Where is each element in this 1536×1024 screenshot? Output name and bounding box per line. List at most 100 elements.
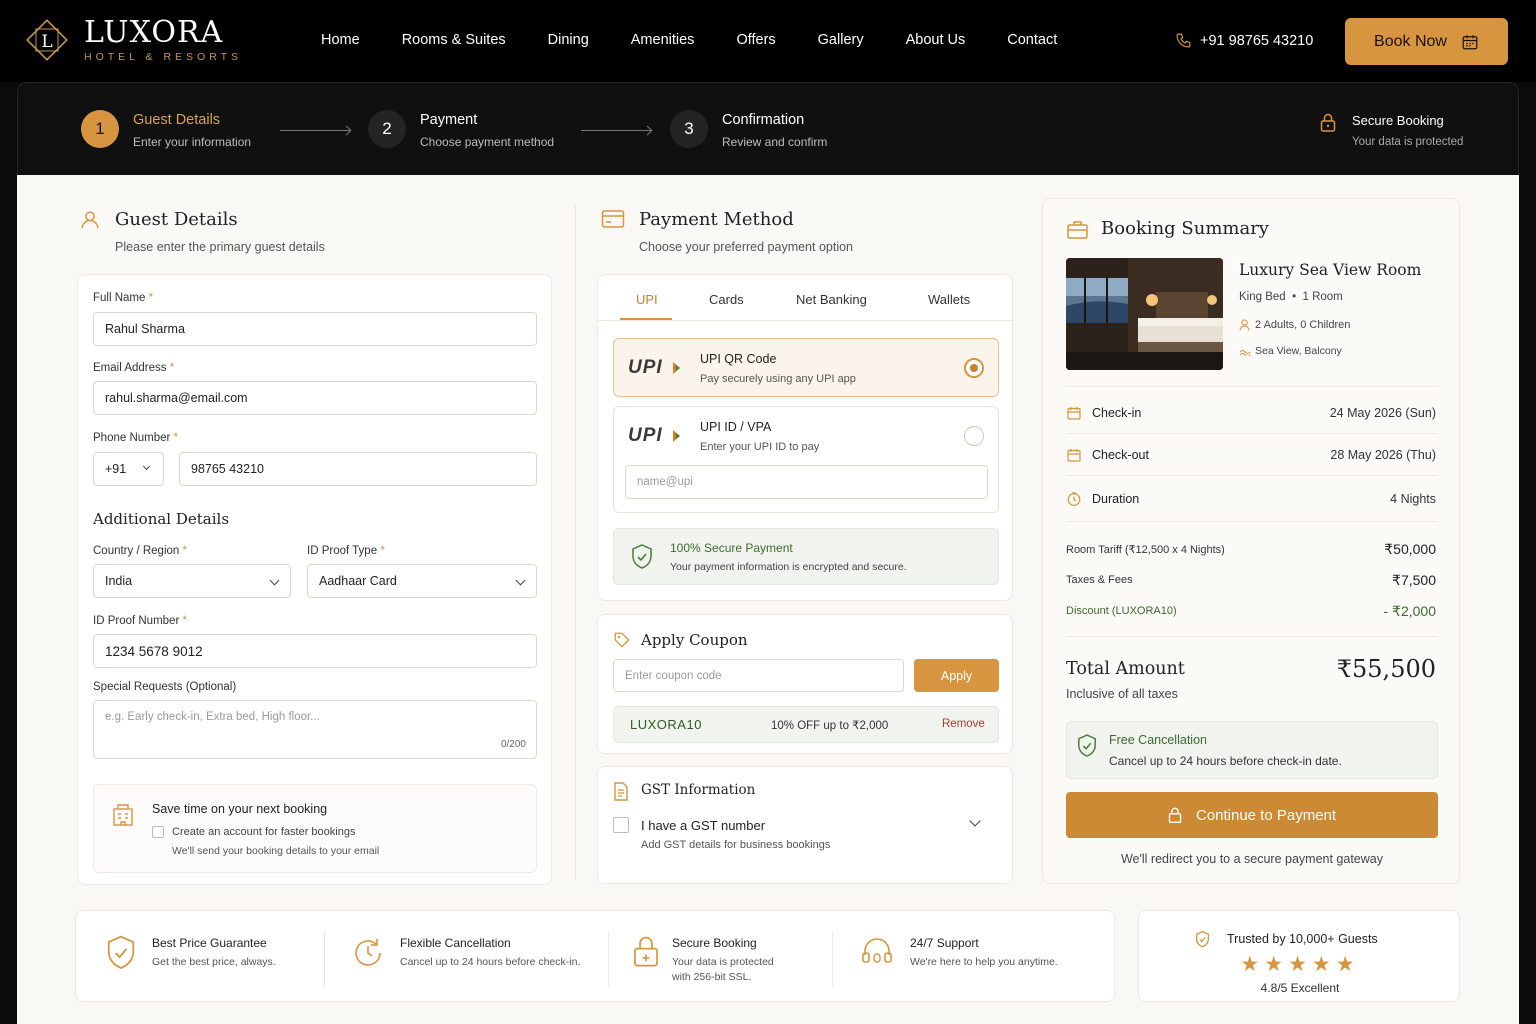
total-label: Total Amount <box>1066 659 1185 679</box>
remove-coupon-link[interactable]: Remove <box>942 718 985 730</box>
upi-arrow-icon <box>673 362 680 374</box>
tab-wallets[interactable]: Wallets <box>928 292 970 307</box>
upi-vpa-sub: Enter your UPI ID to pay <box>700 441 820 453</box>
phone-link[interactable]: +91 98765 43210 <box>1175 32 1313 49</box>
id-type-select[interactable]: Aadhaar Card <box>307 564 537 598</box>
refresh-clock-icon <box>355 939 381 966</box>
secure-payment-note: 100% Secure Payment Your payment informa… <box>613 528 999 585</box>
nav-about[interactable]: About Us <box>906 32 966 48</box>
cancel-title: Free Cancellation <box>1109 733 1207 747</box>
upi-logo: UPI <box>628 357 663 378</box>
credit-card-icon <box>601 210 625 228</box>
checkout-label: Check-out <box>1092 448 1149 462</box>
nav-gallery[interactable]: Gallery <box>818 32 864 48</box>
upi-qr-radio[interactable] <box>964 358 984 378</box>
secure-booking-badge: Secure Booking Your data is protected <box>1320 113 1463 148</box>
id-number-input[interactable]: 1234 5678 9012 <box>93 634 537 668</box>
features-bar: Best Price Guarantee Get the best price,… <box>75 910 1115 1002</box>
feature-sub-line2: with 256-bit SSL. <box>672 971 752 983</box>
total-sub: Inclusive of all taxes <box>1066 687 1178 701</box>
coupon-code: LUXORA10 <box>630 717 702 732</box>
phone-label: Phone Number * <box>93 432 179 444</box>
divider <box>1066 475 1438 476</box>
gst-checkbox[interactable] <box>613 817 629 833</box>
nav-home[interactable]: Home <box>321 32 360 48</box>
char-counter: 0/200 <box>500 739 526 750</box>
feature-title: Secure Booking <box>672 936 757 950</box>
phone-icon <box>1176 33 1191 48</box>
upi-qr-option[interactable]: UPI UPI QR Code Pay securely using any U… <box>613 338 999 397</box>
email-label: Email Address * <box>93 362 175 374</box>
gst-title: GST Information <box>641 782 756 798</box>
upi-id-input[interactable]: name@upi <box>625 465 988 499</box>
tab-upi[interactable]: UPI <box>636 292 658 307</box>
tariff-label: Room Tariff (₹12,500 x 4 Nights) <box>1066 544 1225 556</box>
tariff-value: ₹50,000 <box>1384 541 1436 557</box>
divider <box>324 931 325 987</box>
document-icon <box>614 782 628 801</box>
email-input[interactable]: rahul.sharma@email.com <box>93 381 537 415</box>
step-guest-details[interactable]: 1 Guest Details Enter your information <box>81 110 251 149</box>
feature-title: 24/7 Support <box>910 936 979 950</box>
feature-sub: Your data is protected <box>672 956 774 968</box>
create-account-label: Create an account for faster bookings <box>172 826 356 838</box>
tag-icon <box>614 632 630 648</box>
calendar-icon <box>1462 34 1478 49</box>
full-name-input[interactable]: Rahul Sharma <box>93 312 537 346</box>
id-number-label: ID Proof Number * <box>93 615 187 627</box>
trust-rating-box: Trusted by 10,000+ Guests ★★★★★ 4.8/5 Ex… <box>1138 910 1460 1002</box>
headset-icon <box>862 938 892 963</box>
nav-offers[interactable]: Offers <box>736 32 775 48</box>
step-payment[interactable]: 2 Payment Choose payment method <box>368 110 554 149</box>
feature-title: Flexible Cancellation <box>400 936 511 950</box>
coupon-input[interactable]: Enter coupon code <box>613 659 904 692</box>
rating-stars: ★★★★★ <box>1240 953 1360 976</box>
divider <box>1066 433 1438 434</box>
chevron-down-icon <box>515 575 526 586</box>
phone-input[interactable]: 98765 43210 <box>179 452 537 486</box>
trust-title: Trusted by 10,000+ Guests <box>1227 932 1378 946</box>
gst-expand-chevron-icon[interactable] <box>969 815 981 827</box>
room-guests: 2 Adults, 0 Children <box>1255 319 1351 331</box>
guest-form-card: Full Name * Rahul Sharma Email Address *… <box>77 274 552 885</box>
user-icon <box>81 211 99 229</box>
hotel-building-icon <box>113 804 133 826</box>
brand-tagline: HOTEL & RESORTS <box>84 51 243 63</box>
applied-coupon: LUXORA10 10% OFF up to ₹2,000 Remove <box>613 706 999 743</box>
continue-label: Continue to Payment <box>1195 806 1337 824</box>
nav-amenities[interactable]: Amenities <box>631 32 695 48</box>
top-nav: L LUXORA HOTEL & RESORTS Home Rooms & Su… <box>0 0 1536 82</box>
nav-rooms[interactable]: Rooms & Suites <box>402 32 506 48</box>
step-arrow <box>581 130 651 131</box>
upi-vpa-option[interactable]: UPI UPI ID / VPA Enter your UPI ID to pa… <box>613 406 999 513</box>
step-sub: Review and confirm <box>722 135 828 149</box>
book-now-button[interactable]: Book Now <box>1345 18 1508 65</box>
upi-qr-sub: Pay securely using any UPI app <box>700 373 856 385</box>
divider <box>1066 636 1438 637</box>
continue-to-payment-button[interactable]: Continue to Payment <box>1066 792 1438 838</box>
secure-sub: Your data is protected <box>1352 136 1464 148</box>
country-code-select[interactable]: +91 <box>93 452 164 486</box>
guest-details-title: Guest Details <box>115 209 238 230</box>
clock-icon <box>1067 492 1081 506</box>
summary-title: Booking Summary <box>1101 218 1269 239</box>
special-requests-textarea[interactable]: e.g. Early check-in, Extra bed, High flo… <box>93 700 537 759</box>
tab-cards[interactable]: Cards <box>709 292 744 307</box>
guest-details-sub: Please enter the primary guest details <box>115 240 325 254</box>
tab-net-banking[interactable]: Net Banking <box>796 292 867 307</box>
step-title: Payment <box>420 112 478 128</box>
nav-contact[interactable]: Contact <box>1007 32 1057 48</box>
redirect-note: We'll redirect you to a secure payment g… <box>1120 852 1383 866</box>
step-confirmation[interactable]: 3 Confirmation Review and confirm <box>670 110 827 149</box>
discount-value: - ₹2,000 <box>1383 603 1437 619</box>
brand-logo[interactable]: L LUXORA HOTEL & RESORTS <box>22 14 242 66</box>
country-select[interactable]: India <box>93 564 291 598</box>
step-sub: Choose payment method <box>420 135 555 149</box>
nav-dining[interactable]: Dining <box>548 32 589 48</box>
apply-coupon-button[interactable]: Apply <box>914 659 999 692</box>
duration-label: Duration <box>1092 492 1140 506</box>
upi-vpa-radio[interactable] <box>964 426 984 446</box>
step-title: Guest Details <box>133 112 221 128</box>
taxes-value: ₹7,500 <box>1392 572 1436 588</box>
create-account-checkbox[interactable] <box>152 826 164 838</box>
